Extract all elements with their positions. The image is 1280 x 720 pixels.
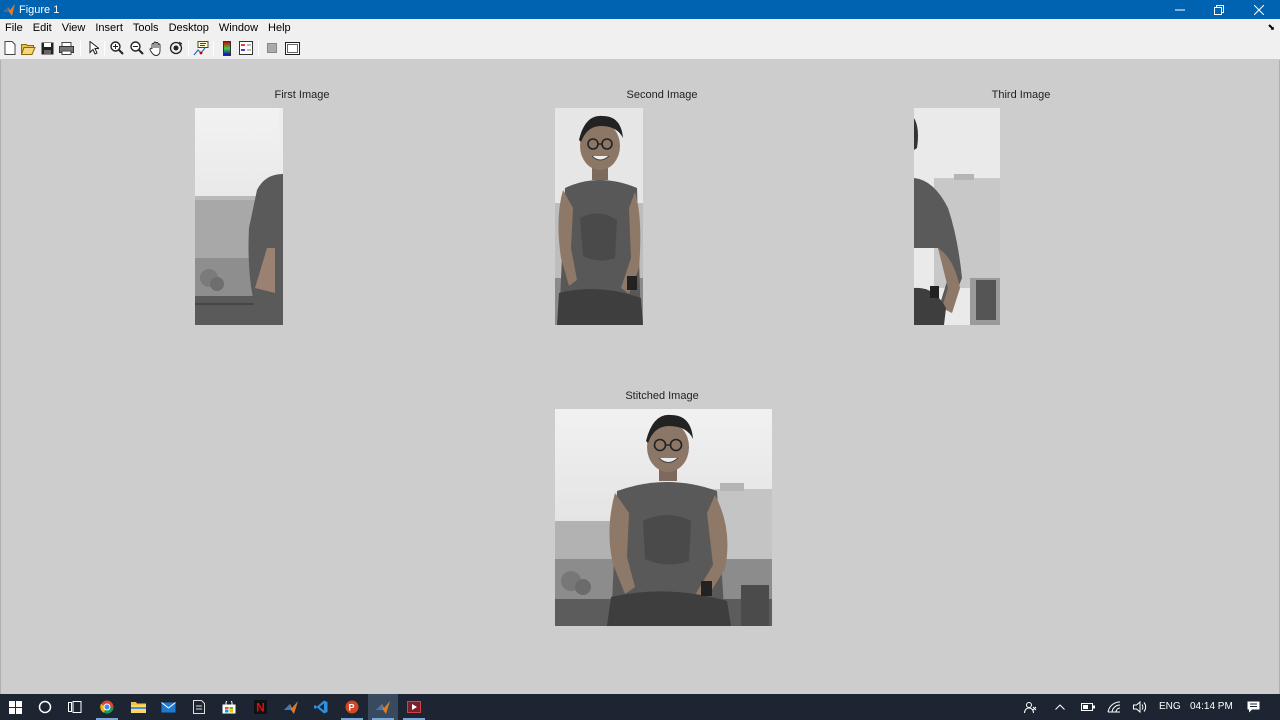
window-titlebar: Figure 1 [0,0,1280,19]
menu-help[interactable]: Help [263,19,296,37]
matlab-icon [284,700,298,714]
svg-text:P: P [348,703,354,713]
taskbar-vscode[interactable] [306,694,336,720]
tray-show-hidden[interactable] [1046,694,1074,720]
document-icon [193,700,205,714]
restore-icon [1214,4,1224,15]
task-view-icon [68,701,82,713]
store-icon [222,700,236,713]
taskbar-mail[interactable] [153,694,183,720]
start-icon [8,700,22,714]
chevron-up-icon [1055,704,1065,710]
zoom-out-icon[interactable] [129,40,145,56]
minimize-icon [1175,9,1185,10]
menu-edit[interactable]: Edit [28,19,57,37]
axes-title-stitched: Stitched Image [625,390,699,402]
toolbar-separator [188,41,189,56]
taskbar-matlab-figure[interactable] [368,694,398,720]
pan-hand-icon[interactable] [148,40,164,56]
axes-title-second: Second Image [626,89,698,101]
taskbar-powerpoint[interactable]: P [337,694,367,720]
data-cursor-icon[interactable] [193,40,209,56]
menu-bar: File Edit View Insert Tools Desktop Wind… [0,19,1280,37]
third-image [914,108,1000,325]
menu-desktop[interactable]: Desktop [164,19,214,37]
stitched-image [555,409,772,626]
print-icon[interactable] [58,40,74,56]
second-image [555,108,643,325]
select-pointer-icon[interactable] [86,40,102,56]
powerpoint-icon: P [345,700,359,714]
toolbar-separator [213,41,214,56]
toolbar-separator [80,41,81,56]
file-explorer-icon [130,702,146,713]
cortana-icon [38,700,52,714]
volume-icon [1132,701,1146,713]
start-button[interactable] [0,694,30,720]
show-plot-tools-icon[interactable] [284,40,300,56]
toolbar-separator [258,41,259,56]
chrome-icon [100,700,114,714]
tray-people[interactable] [1016,694,1044,720]
figure-toolbar [0,37,1280,60]
legend-icon[interactable] [238,40,254,56]
first-image [195,108,283,325]
vscode-icon [314,700,328,714]
people-icon [1023,701,1036,713]
hide-plot-tools-icon[interactable] [264,40,280,56]
restore-button[interactable] [1200,0,1238,19]
mail-icon [160,701,176,712]
media-player-icon [407,701,421,713]
tray-wifi[interactable] [1100,694,1128,720]
window-title: Figure 1 [19,3,60,16]
zoom-in-icon[interactable] [109,40,125,56]
tray-action-center[interactable] [1240,694,1266,720]
battery-icon [1081,703,1095,711]
taskbar-file-explorer[interactable] [123,694,153,720]
close-icon [1254,4,1264,15]
menu-view[interactable]: View [57,19,91,37]
menu-window[interactable]: Window [214,19,263,37]
wifi-icon [1107,701,1121,713]
taskbar-netflix[interactable]: N [245,694,275,720]
menu-file[interactable]: File [0,19,28,37]
axes-title-third: Third Image [991,89,1051,101]
notification-icon [1247,701,1259,713]
taskbar-matlab[interactable] [276,694,306,720]
taskbar-store[interactable] [214,694,244,720]
taskbar-media-player[interactable] [399,694,429,720]
colorbar-icon[interactable] [219,40,235,56]
save-icon[interactable] [39,40,55,56]
close-button[interactable] [1240,0,1278,19]
taskbar: N P ENG 04:14 PM [0,694,1280,720]
tray-battery[interactable] [1074,694,1102,720]
dock-arrow-icon[interactable]: ⬊ [1267,22,1275,33]
taskbar-document[interactable] [184,694,214,720]
svg-text:N: N [256,701,265,715]
menu-tools[interactable]: Tools [128,19,164,37]
taskbar-chrome[interactable] [92,694,122,720]
matlab-icon [3,3,15,16]
tray-language[interactable]: ENG [1159,694,1181,720]
tray-volume[interactable] [1126,694,1154,720]
rotate-3d-icon[interactable] [168,40,184,56]
netflix-icon: N [253,700,267,715]
task-view-button[interactable] [60,694,90,720]
open-icon[interactable] [20,40,36,56]
menu-insert[interactable]: Insert [90,19,128,37]
minimize-button[interactable] [1161,0,1199,19]
new-figure-icon[interactable] [2,40,18,56]
toolbar-separator [104,41,105,56]
figure-canvas: First Image Second Image Third Image Sti… [0,60,1280,694]
axes-title-first: First Image [274,89,330,101]
cortana-button[interactable] [30,694,60,720]
matlab-figure-icon [376,700,390,714]
tray-clock[interactable]: 04:14 PM [1190,694,1233,720]
